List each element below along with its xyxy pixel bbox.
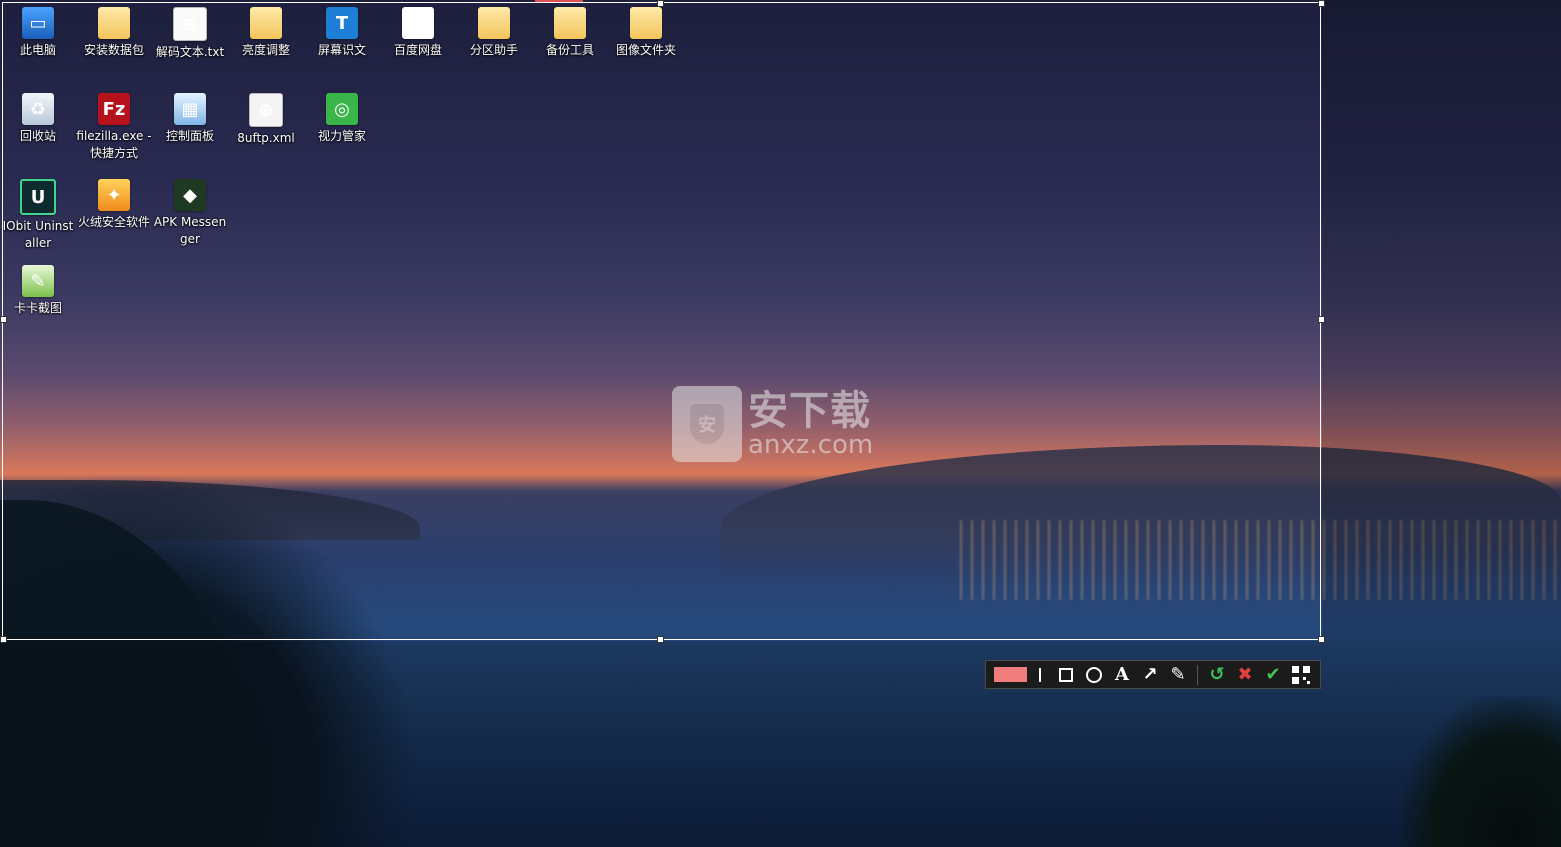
text-tool-button[interactable]: A bbox=[1111, 664, 1133, 686]
undo-button[interactable]: ↺ bbox=[1206, 664, 1228, 686]
undo-icon: ↺ bbox=[1209, 663, 1225, 685]
color-picker-button[interactable] bbox=[994, 667, 1027, 682]
resize-handle-left[interactable] bbox=[0, 316, 7, 323]
resize-handle-bottom-left[interactable] bbox=[0, 636, 7, 643]
resize-handle-top[interactable] bbox=[657, 0, 664, 7]
resize-handle-bottom[interactable] bbox=[657, 636, 664, 643]
rectangle-icon bbox=[1059, 667, 1073, 682]
resize-handle-bottom-right[interactable] bbox=[1318, 636, 1325, 643]
capture-dim-overlay-right bbox=[1322, 0, 1561, 847]
confirm-button[interactable]: ✔ bbox=[1262, 664, 1284, 686]
qr-code-icon bbox=[1292, 665, 1310, 684]
checkmark-icon: ✔ bbox=[1265, 663, 1281, 685]
pen-size-button[interactable] bbox=[1039, 667, 1041, 682]
capture-selection-rect[interactable] bbox=[2, 2, 1321, 640]
text-icon: A bbox=[1115, 663, 1129, 685]
ellipse-tool-button[interactable] bbox=[1083, 664, 1105, 686]
brush-icon: ✎ bbox=[1170, 663, 1186, 685]
resize-handle-top-right[interactable] bbox=[1318, 0, 1325, 7]
close-icon: ✖ bbox=[1237, 663, 1253, 685]
rectangle-tool-button[interactable] bbox=[1055, 664, 1077, 686]
qr-code-button[interactable] bbox=[1290, 664, 1312, 686]
cancel-button[interactable]: ✖ bbox=[1234, 664, 1256, 686]
arrow-tool-button[interactable]: ↗ bbox=[1139, 664, 1161, 686]
capture-toolbar: A ↗ ✎ ↺ ✖ ✔ bbox=[985, 660, 1321, 689]
toolbar-divider bbox=[1197, 664, 1198, 685]
brush-tool-button[interactable]: ✎ bbox=[1167, 664, 1189, 686]
arrow-icon: ↗ bbox=[1142, 663, 1158, 685]
resize-handle-right[interactable] bbox=[1318, 316, 1325, 323]
circle-icon bbox=[1086, 666, 1102, 683]
